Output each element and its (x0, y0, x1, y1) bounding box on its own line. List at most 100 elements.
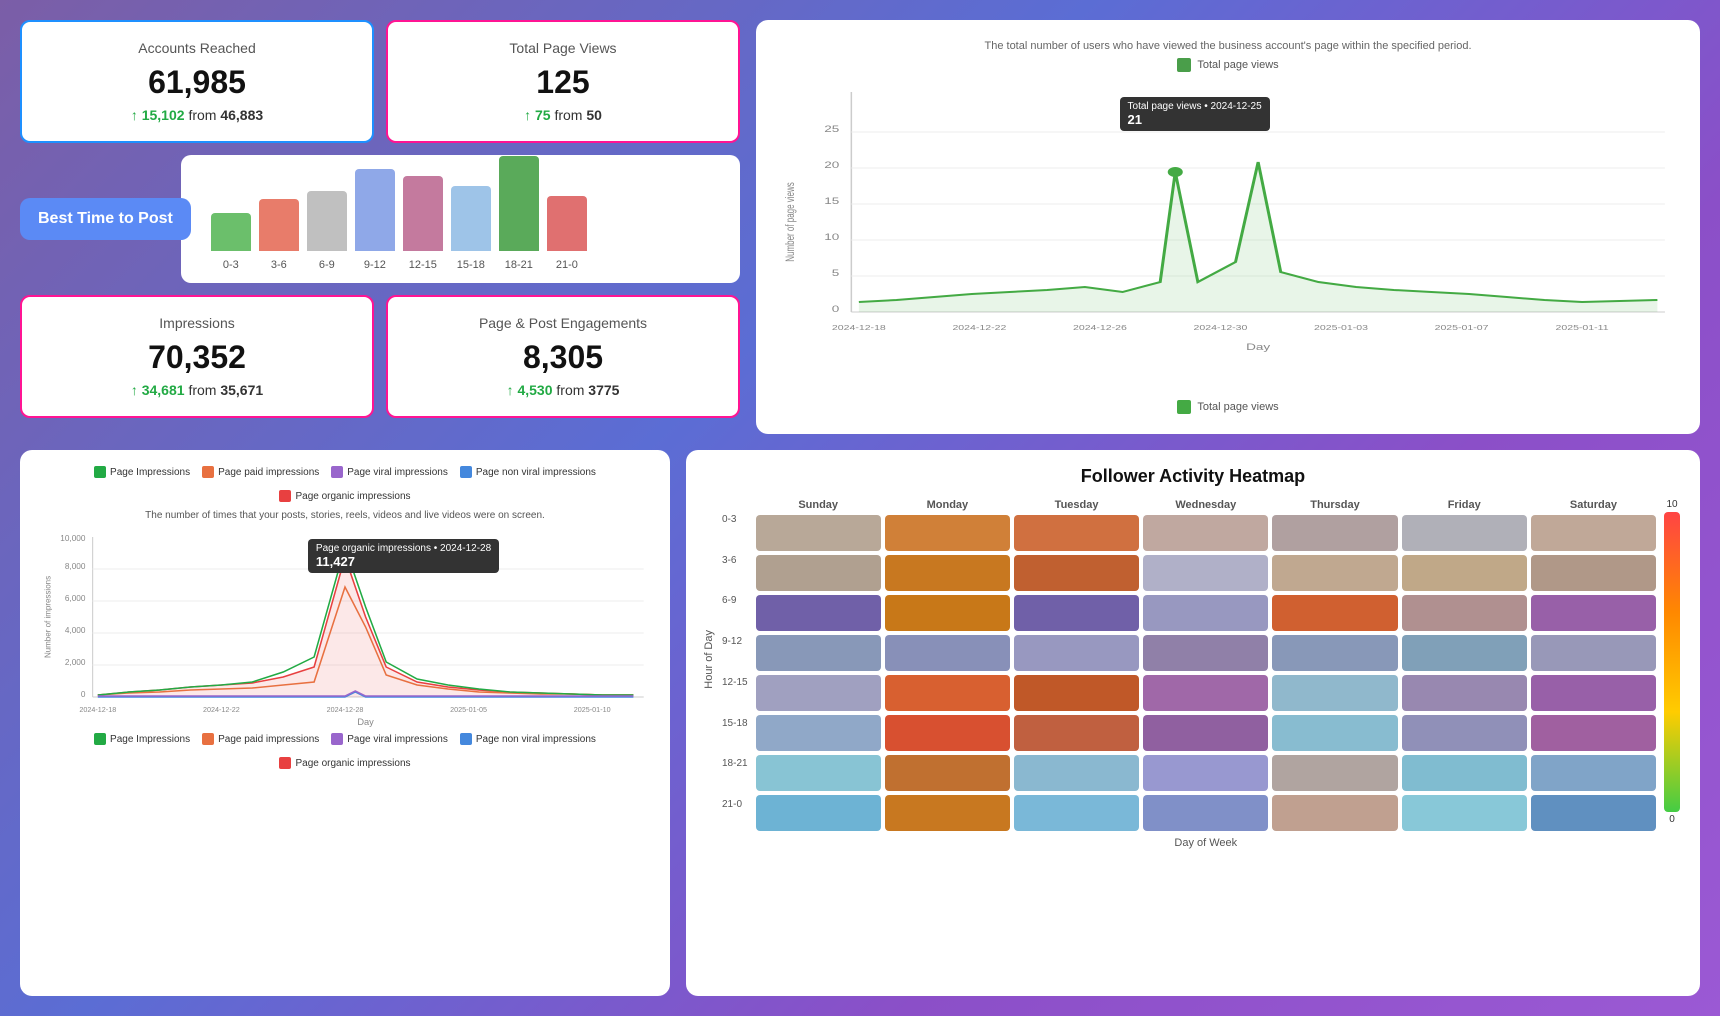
heatmap-col-header: Saturday (1531, 499, 1656, 511)
accounts-reached-from-label: from (188, 107, 220, 123)
tooltip-label: Total page views • 2024-12-25 (1128, 101, 1262, 112)
svg-text:2024-12-22: 2024-12-22 (203, 706, 240, 714)
total-page-views-value: 125 (412, 64, 714, 101)
heatmap-row (756, 555, 1656, 591)
imp-bot-legend-3: Page viral impressions (331, 733, 448, 745)
heatmap-cell (1531, 715, 1656, 751)
total-page-views-title: Total Page Views (412, 40, 714, 56)
bar-label: 3-6 (271, 259, 287, 271)
heatmap-cell (1272, 755, 1397, 791)
svg-text:2024-12-30: 2024-12-30 (1194, 324, 1248, 332)
heatmap-cell (885, 635, 1010, 671)
heatmap-cell (1272, 715, 1397, 751)
imp-legend-label-3: Page viral impressions (347, 467, 448, 478)
bar-chart: 0-33-66-99-1212-1515-1818-2121-0 (211, 171, 720, 271)
accounts-reached-change-amount: 15,102 (142, 107, 185, 123)
legend-label: Total page views (1197, 59, 1278, 71)
impressions-card: Impressions 70,352 ↑ 34,681 from 35,671 (20, 295, 374, 418)
heatmap-cell (1014, 675, 1139, 711)
imp-legend-label-2: Page paid impressions (218, 467, 319, 478)
svg-text:20: 20 (824, 161, 839, 170)
heatmap-cell (1143, 635, 1268, 671)
legend-checkbox-icon (1177, 58, 1191, 72)
heatmap-cell (1402, 595, 1527, 631)
svg-text:2025-01-07: 2025-01-07 (1435, 324, 1489, 332)
line-chart-legend-row: Total page views (776, 58, 1680, 72)
svg-text:2,000: 2,000 (65, 658, 86, 667)
heatmap-cell (1272, 675, 1397, 711)
bar (403, 176, 443, 251)
svg-text:Number of page views: Number of page views (785, 182, 798, 262)
colorbar: 10 0 (1660, 499, 1684, 849)
svg-text:2025-01-05: 2025-01-05 (450, 706, 487, 714)
svg-text:0: 0 (81, 690, 86, 699)
svg-text:2024-12-18: 2024-12-18 (79, 706, 116, 714)
line-chart-card: The total number of users who have viewe… (756, 20, 1700, 434)
top-left-section: Accounts Reached 61,985 ↑ 15,102 from 46… (20, 20, 740, 418)
heatmap-cell (1531, 635, 1656, 671)
heatmap-cell (885, 515, 1010, 551)
heatmap-col-header: Thursday (1272, 499, 1397, 511)
heatmap-col-header: Sunday (756, 499, 881, 511)
heatmap-cell (885, 755, 1010, 791)
bar (355, 169, 395, 251)
total-page-views-up-arrow: ↑ (524, 107, 535, 123)
heatmap-cell (885, 715, 1010, 751)
heatmap-content: Hour of Day 21-018-2115-1812-159-126-93-… (702, 499, 1684, 849)
imp-legend-label-1: Page Impressions (110, 467, 190, 478)
svg-text:Number of impressions: Number of impressions (43, 576, 52, 658)
accounts-reached-title: Accounts Reached (46, 40, 348, 56)
imp-tooltip-value: 11,427 (316, 554, 491, 569)
imp-bot-legend-1: Page Impressions (94, 733, 190, 745)
heatmap-cell (885, 795, 1010, 831)
total-page-views-change-amount: 75 (535, 107, 551, 123)
impressions-title: Impressions (46, 315, 348, 331)
heatmap-row (756, 675, 1656, 711)
bar-label: 0-3 (223, 259, 239, 271)
tooltip-value: 21 (1128, 112, 1262, 127)
heatmap-row (756, 755, 1656, 791)
imp-legend-color-1 (94, 466, 106, 478)
heatmap-cell (756, 675, 881, 711)
accounts-reached-card: Accounts Reached 61,985 ↑ 15,102 from 46… (20, 20, 374, 143)
heatmap-cell (756, 515, 881, 551)
svg-text:2024-12-18: 2024-12-18 (832, 324, 886, 332)
heatmap-cell (1402, 795, 1527, 831)
svg-text:0: 0 (832, 305, 840, 314)
bar-group: 9-12 (355, 169, 395, 271)
bar-group: 21-0 (547, 196, 587, 271)
heatmap-cell (1402, 675, 1527, 711)
impressions-bottom-legend: Page Impressions Page paid impressions P… (36, 733, 654, 769)
heatmap-cell (1272, 595, 1397, 631)
heatmap-cell (1402, 715, 1527, 751)
imp-legend-color-5 (279, 490, 291, 502)
total-page-views-from-value: 50 (586, 107, 602, 123)
bottom-legend-color-icon (1177, 400, 1191, 414)
impressions-subtitle: The number of times that your posts, sto… (36, 510, 654, 521)
heatmap-card: Follower Activity Heatmap Hour of Day 21… (686, 450, 1700, 996)
imp-legend-item-3: Page viral impressions (331, 466, 448, 478)
heatmap-row-label: 6-9 (722, 583, 748, 619)
imp-legend-item-1: Page Impressions (94, 466, 190, 478)
heatmap-col-headers: SundayMondayTuesdayWednesdayThursdayFrid… (756, 499, 1656, 511)
bottom-section: Page Impressions Page paid impressions P… (20, 450, 1700, 996)
heatmap-cell (1531, 555, 1656, 591)
bottom-legend-label: Total page views (1197, 401, 1278, 413)
heatmap-cell (1143, 715, 1268, 751)
bar (211, 213, 251, 251)
heatmap-row-labels: 21-018-2115-1812-159-126-93-60-3 (722, 499, 748, 849)
impressions-change: ↑ 34,681 from 35,671 (46, 382, 348, 398)
bar-label: 12-15 (409, 259, 437, 271)
heatmap-cols: SundayMondayTuesdayWednesdayThursdayFrid… (756, 499, 1656, 849)
heatmap-cell (1143, 755, 1268, 791)
bar-group: 18-21 (499, 156, 539, 271)
heatmap-cell (1272, 635, 1397, 671)
heatmap-row (756, 515, 1656, 551)
bar-group: 3-6 (259, 199, 299, 271)
heatmap-row (756, 715, 1656, 751)
heatmap-cell (885, 595, 1010, 631)
heatmap-row (756, 635, 1656, 671)
bar-group: 12-15 (403, 176, 443, 271)
heatmap-cell (1272, 795, 1397, 831)
heatmap-cell (1014, 755, 1139, 791)
